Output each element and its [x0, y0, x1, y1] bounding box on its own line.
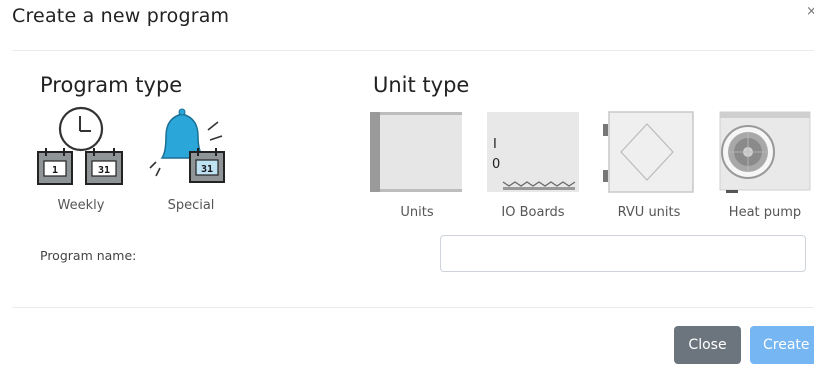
- weekly-calendar-clock-icon: 1 31: [37, 106, 123, 185]
- program-type-special[interactable]: 31 Special: [148, 106, 234, 218]
- program-name-label: Program name:: [40, 248, 137, 263]
- io-board-mark-bottom: 0: [492, 157, 500, 172]
- program-name-input[interactable]: [440, 235, 806, 272]
- weekly-calendar-right-day: 31: [98, 165, 110, 176]
- special-bell-calendar-icon: 31: [149, 108, 225, 183]
- rvu-unit-icon: [603, 111, 694, 193]
- heat-pump-icon: [719, 111, 811, 193]
- weekly-label: Weekly: [57, 198, 105, 213]
- unit-type-io-boards[interactable]: I 0 IO Boards: [485, 110, 581, 222]
- special-label: Special: [167, 198, 215, 213]
- unit-cabinet-icon: [370, 110, 464, 194]
- rvu-units-label: RVU units: [617, 205, 681, 220]
- unit-type-title: Unit type: [373, 73, 470, 97]
- unit-type-heat-pump[interactable]: Heat pump: [718, 110, 812, 222]
- program-type-title: Program type: [40, 73, 183, 97]
- program-type-weekly[interactable]: 1 31 Weekly: [36, 106, 126, 218]
- io-board-mark-top: I: [493, 137, 497, 152]
- units-label: Units: [400, 205, 434, 220]
- modal-title: Create a new program: [12, 5, 230, 27]
- heat-pump-label: Heat pump: [728, 205, 802, 220]
- create-button[interactable]: Create: [750, 326, 814, 364]
- io-boards-label: IO Boards: [501, 205, 565, 220]
- close-button[interactable]: Close: [674, 326, 741, 364]
- special-calendar-day: 31: [201, 164, 213, 175]
- unit-type-units[interactable]: Units: [370, 110, 464, 222]
- unit-type-rvu-units[interactable]: RVU units: [603, 110, 695, 222]
- header-divider: [12, 50, 814, 51]
- weekly-calendar-left-day: 1: [52, 165, 58, 176]
- close-icon[interactable]: ×: [806, 4, 814, 19]
- io-board-icon: I 0: [487, 112, 579, 192]
- footer-divider: [12, 307, 814, 308]
